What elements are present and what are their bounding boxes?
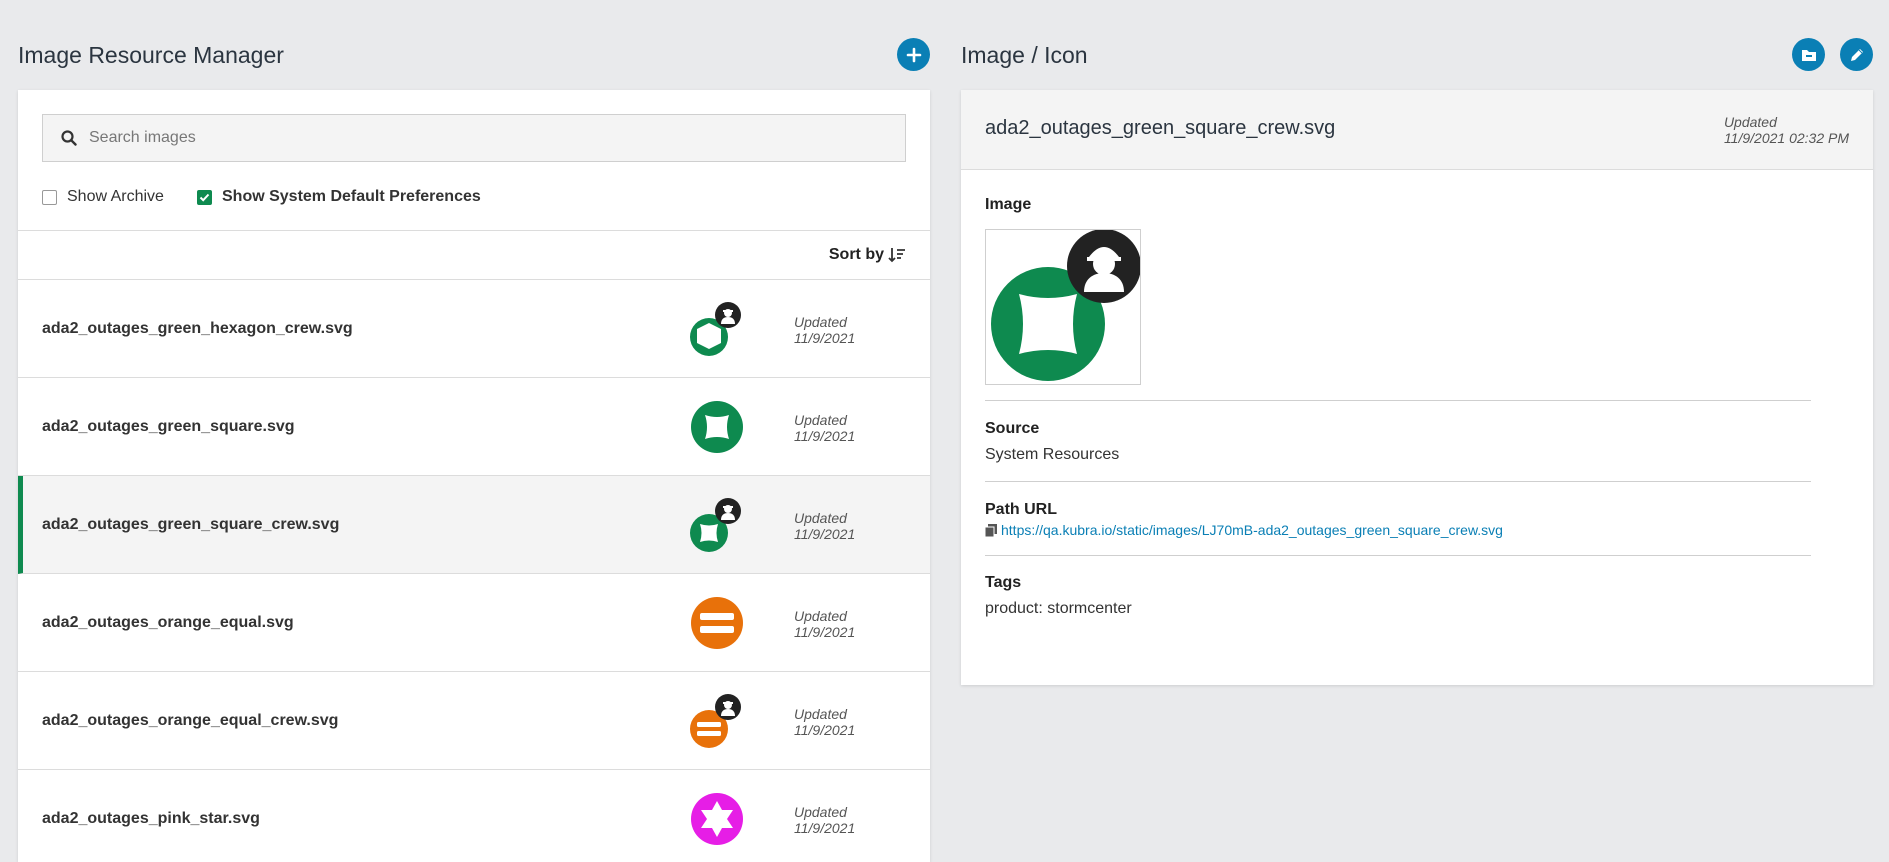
divider [985, 400, 1811, 401]
file-name: ada2_outages_green_square.svg [42, 418, 295, 435]
source-value: System Resources [985, 446, 1120, 463]
image-label: Image [985, 196, 1032, 213]
folder-icon [1801, 49, 1816, 61]
divider [985, 481, 1811, 482]
tags-value: product: stormcenter [985, 600, 1132, 617]
updated-info: Updated 11/9/2021 [794, 412, 855, 444]
file-name: ada2_outages_orange_equal_crew.svg [42, 712, 339, 729]
list-item[interactable]: ada2_outages_green_square.svg Updated 11… [18, 378, 930, 476]
updated-label: Updated [794, 510, 847, 526]
show-system-defaults-box[interactable] [197, 189, 212, 205]
updated-date: 11/9/2021 [794, 722, 856, 738]
show-archive-checkbox[interactable]: Show Archive [42, 188, 164, 206]
path-url-text: https://qa.kubra.io/static/images/LJ70mB… [1001, 522, 1503, 538]
updated-label: Updated [794, 608, 847, 624]
updated-info: Updated 11/9/2021 [794, 706, 855, 738]
updated-info: Updated 11/9/2021 [794, 510, 855, 542]
path-url-link[interactable]: https://qa.kubra.io/static/images/LJ70mB… [985, 522, 1503, 538]
updated-label: Updated [794, 412, 847, 428]
image-detail-card: ada2_outages_green_square_crew.svg Updat… [961, 90, 1873, 685]
detail-file-name: ada2_outages_green_square_crew.svg [985, 117, 1336, 139]
show-system-defaults-checkbox[interactable]: Show System Default Preferences [197, 188, 481, 206]
list-item[interactable]: ada2_outages_orange_equal.svg Updated 11… [18, 574, 930, 672]
file-name: ada2_outages_orange_equal.svg [42, 614, 294, 631]
page-title: Image Resource Manager [18, 42, 284, 68]
source-label: Source [985, 420, 1040, 437]
detail-panel-title: Image / Icon [961, 42, 1088, 68]
list-item[interactable]: ada2_outages_pink_star.svg Updated 11/9/… [18, 770, 930, 862]
search-input[interactable] [89, 129, 869, 147]
path-url-label: Path URL [985, 501, 1057, 518]
updated-date: 11/9/2021 [794, 820, 856, 836]
add-image-button[interactable] [897, 38, 930, 71]
file-name: ada2_outages_pink_star.svg [42, 810, 260, 827]
detail-updated-date: 11/9/2021 02:32 PM [1723, 130, 1849, 146]
checkmark-icon [199, 193, 210, 202]
green-square-crew-icon [690, 498, 741, 552]
show-archive-label: Show Archive [67, 188, 164, 205]
show-system-defaults-label: Show System Default Preferences [222, 188, 481, 205]
archive-button[interactable] [1792, 38, 1825, 71]
divider [985, 555, 1811, 556]
list-item[interactable]: ada2_outages_orange_equal_crew.svg Updat… [18, 672, 930, 770]
sort-icon [888, 248, 905, 263]
pencil-icon [1850, 48, 1863, 61]
detail-updated-label: Updated [1723, 114, 1777, 130]
updated-date: 11/9/2021 [794, 330, 856, 346]
edit-button[interactable] [1840, 38, 1873, 71]
updated-date: 11/9/2021 [794, 624, 856, 640]
updated-info: Updated 11/9/2021 [794, 608, 855, 640]
image-list-card: Show Archive Show System Default Prefere… [18, 90, 930, 862]
tags-label: Tags [985, 574, 1022, 591]
updated-date: 11/9/2021 [794, 428, 856, 444]
green-square-crew-icon [991, 229, 1141, 381]
list-item[interactable]: ada2_outages_green_square_crew.svg Updat… [18, 476, 930, 574]
orange-equal-crew-icon [690, 694, 741, 748]
search-icon [61, 130, 77, 146]
updated-date: 11/9/2021 [794, 526, 856, 542]
plus-icon [906, 47, 921, 62]
sort-by-label: Sort by [828, 246, 884, 263]
file-name: ada2_outages_green_square_crew.svg [42, 516, 340, 533]
updated-label: Updated [794, 804, 847, 820]
list-item[interactable]: ada2_outages_green_hexagon_crew.svg Upda… [18, 280, 930, 378]
updated-info: Updated 11/9/2021 [794, 804, 855, 836]
updated-label: Updated [794, 314, 847, 330]
copy-icon [985, 523, 997, 537]
sort-bar: Sort by [18, 231, 930, 280]
green-hexagon-crew-icon [690, 302, 741, 356]
orange-equal-icon [691, 597, 743, 649]
pink-star-icon [691, 793, 743, 845]
updated-label: Updated [794, 706, 847, 722]
green-square-icon [691, 401, 743, 453]
updated-info: Updated 11/9/2021 [794, 314, 855, 346]
detail-header: ada2_outages_green_square_crew.svg Updat… [961, 90, 1873, 170]
sort-by-button[interactable]: Sort by [829, 246, 906, 264]
file-name: ada2_outages_green_hexagon_crew.svg [42, 320, 353, 337]
detail-updated-info: Updated 11/9/2021 02:32 PM [1724, 114, 1849, 146]
image-preview [985, 229, 1141, 385]
search-box [42, 114, 906, 162]
show-archive-box[interactable] [42, 189, 57, 205]
